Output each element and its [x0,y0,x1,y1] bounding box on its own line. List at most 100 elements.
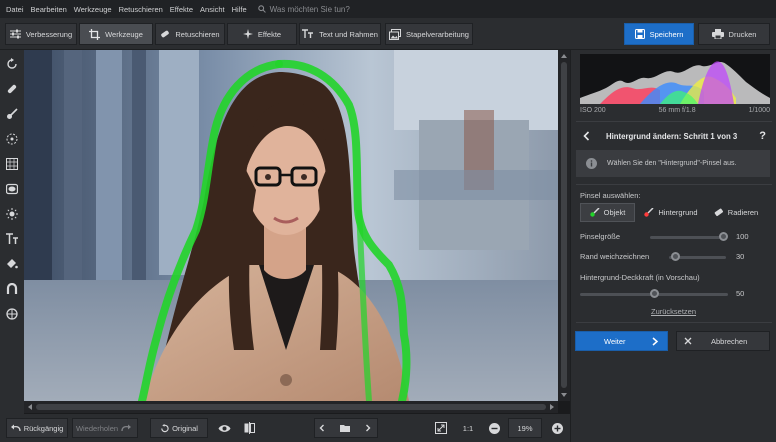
brush-size-knob[interactable] [719,232,728,241]
brush-tool[interactable] [5,107,19,121]
vertical-scroll-thumb[interactable] [561,62,567,388]
next-step-button[interactable]: Weiter [575,331,668,351]
brush-erase-button[interactable]: Radieren [707,203,765,222]
brush-size-label: Pinselgröße [580,232,621,241]
eraser-icon [714,208,723,217]
brush-select-label: Pinsel auswählen: [580,191,641,200]
chevron-right-icon [652,336,659,346]
search-placeholder: Was möchten Sie tun? [269,4,350,14]
brush-size-value: 100 [736,232,749,241]
undo-button[interactable]: Rückgängig [6,418,68,438]
grid-icon [6,158,18,170]
info-icon [586,158,597,169]
fill-tool[interactable] [5,257,19,271]
light-tool[interactable] [5,207,19,221]
back-arrow-icon[interactable] [582,131,592,141]
tab-verbesserung[interactable]: Verbesserung [5,23,77,45]
step-title: Hintergrund ändern: Schritt 1 von 3 [606,131,738,141]
crosshair-icon [6,308,18,320]
tab-retuschieren[interactable]: Retuschieren [155,23,225,45]
brush-size-slider[interactable] [650,236,726,239]
exif-info: ISO 200 56 mm f/1.8 1/1000 [580,107,770,114]
compare-toggle[interactable] [240,418,258,438]
selection-tool[interactable] [5,132,19,146]
opacity-knob[interactable] [650,289,659,298]
tab-effekte[interactable]: Effekte [227,23,297,45]
vertical-scrollbar[interactable] [558,50,570,401]
grid-tool[interactable] [5,157,19,171]
target-icon [6,133,18,145]
print-button[interactable]: Drucken [698,23,770,45]
menu-retouch[interactable]: Retuschieren [119,5,163,14]
prev-icon[interactable] [318,424,326,432]
divider [576,322,772,323]
zoom-in-button[interactable] [548,418,566,438]
text-icon [302,29,314,38]
search-box[interactable]: Was möchten Sie tun? [257,4,350,14]
shutter-value: 1/1000 [748,107,770,114]
menu-edit[interactable]: Bearbeiten [31,5,67,14]
horizontal-scroll-thumb[interactable] [36,404,546,410]
crop-icon [89,28,101,40]
green-brush-icon [589,208,600,217]
opacity-value: 50 [736,289,745,298]
tab-stapelverarbeitung[interactable]: Stapelverarbeitung [385,23,473,45]
portrait-photo [24,50,558,401]
compare-icon [244,422,255,434]
vignette-icon [6,183,18,195]
horizontal-scrollbar[interactable] [24,401,558,413]
menu-effects[interactable]: Effekte [170,5,193,14]
healing-tool[interactable] [5,82,19,96]
save-button[interactable]: Speichern [624,23,694,45]
retouch-icon [161,30,170,38]
tab-text-und-rahmen[interactable]: Text und Rahmen [299,23,381,45]
opacity-label: Hintergrund-Deckkraft (in Vorschau) [580,273,700,282]
magnet-tool[interactable] [5,282,19,296]
bandage-icon [7,84,17,94]
paint-bucket-icon [7,259,18,269]
menu-file[interactable]: Datei [6,5,24,14]
cancel-button[interactable]: Abbrechen [676,331,770,351]
scroll-down-icon [561,393,567,397]
printer-icon [711,29,724,39]
help-icon[interactable]: ? [759,130,766,142]
tool-sidebar [0,50,24,414]
next-icon[interactable] [364,424,372,432]
menu-help[interactable]: Hilfe [232,5,247,14]
step-header: Hintergrund ändern: Schritt 1 von 3 ? [576,128,772,144]
tab-werkzeuge[interactable]: Werkzeuge [79,23,153,45]
bottom-bar: Rückgängig Wiederholen Original 1:1 19% [0,414,570,442]
eye-icon [218,424,230,432]
info-text: Wählen Sie den "Hintergrund"-Pinsel aus. [607,160,737,167]
main-toolbar: Verbesserung Werkzeuge Retuschieren Effe… [0,18,776,50]
menu-view[interactable]: Ansicht [200,5,225,14]
original-button[interactable]: Original [150,418,208,438]
fit-to-screen-button[interactable] [432,418,450,438]
file-navigation [314,418,378,438]
red-brush-icon [644,208,654,217]
redo-button[interactable]: Wiederholen [72,418,138,438]
zoom-level-field[interactable]: 19% [508,418,542,438]
brush-object-button[interactable]: Objekt [580,203,635,222]
menu-tools[interactable]: Werkzeuge [74,5,112,14]
actual-size-button[interactable]: 1:1 [458,418,478,438]
preview-toggle[interactable] [215,418,233,438]
batch-icon [389,28,402,40]
text-icon [6,233,18,244]
crosshair-tool[interactable] [5,307,19,321]
scroll-right-icon [550,404,554,410]
divider [576,184,772,185]
vignette-tool[interactable] [5,182,19,196]
rotate-tool[interactable] [5,57,19,71]
photo-canvas[interactable] [24,50,558,401]
zoom-out-button[interactable] [485,418,503,438]
rotate-ccw-icon [161,423,169,432]
text-tool[interactable] [5,232,19,246]
reset-link[interactable]: Zurücksetzen [651,307,696,316]
brush-background-button[interactable]: Hintergrund [641,203,701,222]
search-icon [257,5,266,13]
folder-icon[interactable] [339,424,350,432]
scroll-left-icon [28,404,32,410]
feather-knob[interactable] [671,252,680,261]
fit-screen-icon [435,422,447,434]
